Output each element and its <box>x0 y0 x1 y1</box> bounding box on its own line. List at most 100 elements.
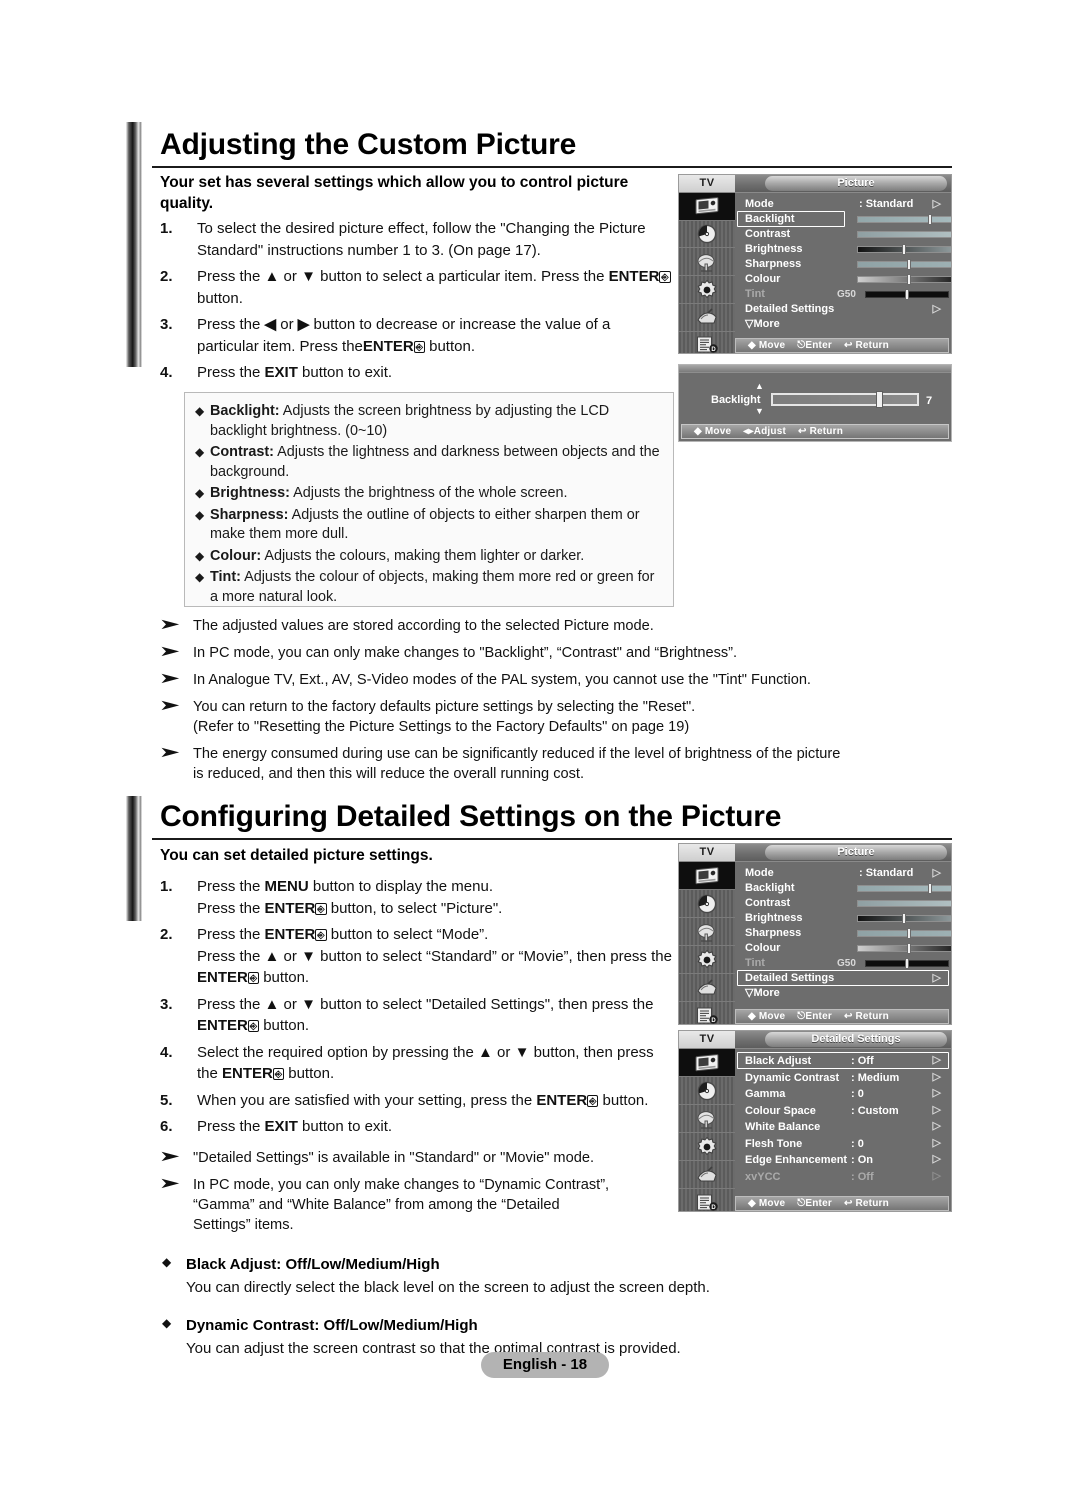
osd-sidebar-support-icon[interactable]: D <box>679 1189 735 1211</box>
osd-detailed-item-list: Black Adjust: Off ▷ Dynamic Contrast: Medi… <box>735 1049 951 1211</box>
osd-row-slider-knob[interactable] <box>901 244 906 255</box>
definition-term: Brightness: <box>210 485 290 501</box>
osd-row-contrast[interactable]: Contrast95 <box>741 896 951 911</box>
osd-sidebar-input-icon[interactable] <box>679 974 735 1003</box>
osd-row-slider-knob[interactable] <box>905 289 909 300</box>
osd-sidebar-picture-icon[interactable] <box>679 862 735 891</box>
section-lede-2: You can set detailed picture settings. <box>160 847 433 864</box>
diamond-bullet-icon: ◆ <box>195 548 205 563</box>
osd-row-sharpness[interactable]: Sharpness50 <box>741 926 951 941</box>
manual-page: Adjusting the Custom Picture Your set ha… <box>0 0 1080 1486</box>
osd-row-colour[interactable]: Colour50 <box>741 941 951 956</box>
osd-row-gamma[interactable]: Gamma: 0 ▷ <box>741 1086 947 1103</box>
picture-icon <box>694 197 720 215</box>
osd-row-backlight[interactable]: Backlight7 <box>741 881 951 896</box>
osd-row-flesh-tone[interactable]: Flesh Tone: 0 ▷ <box>741 1136 947 1153</box>
osd-row-label: Sharpness <box>745 927 802 939</box>
osd-sidebar-sound-icon[interactable] <box>679 221 735 249</box>
diamond-bullet-icon: ◆ <box>195 486 205 500</box>
chevron-right-icon: ▷ <box>932 303 941 315</box>
osd-sidebar-channel-icon[interactable] <box>679 1105 735 1134</box>
osd-row-slider-knob[interactable] <box>927 883 932 894</box>
input-icon <box>695 307 719 327</box>
osd-row-slider[interactable] <box>857 885 951 892</box>
osd-sidebar-setup-icon[interactable] <box>679 946 735 975</box>
osd-row-slider-knob[interactable] <box>905 958 909 969</box>
osd-row-slider[interactable] <box>857 216 951 223</box>
osd-row-white-balance[interactable]: White Balance ▷ <box>741 1119 947 1136</box>
osd-sidebar-support-icon[interactable]: D <box>679 1002 735 1024</box>
osd-row-mode[interactable]: Mode: Standard ▷ <box>741 866 947 881</box>
section-lede-1: Your set has several settings which allo… <box>160 174 629 212</box>
note-line: In PC mode, you can only make changes to… <box>193 645 738 661</box>
section-title-2: Configuring Detailed Settings on the Pic… <box>160 800 782 833</box>
osd-row-slider[interactable] <box>857 276 951 283</box>
osd-row-colour[interactable]: Colour50 <box>741 272 951 287</box>
osd-row-slider-knob[interactable] <box>907 943 911 954</box>
osd-row-edge-enhancement[interactable]: Edge Enhancement: On ▷ <box>741 1152 947 1169</box>
osd-row-brightness[interactable]: Brightness45 <box>741 242 951 257</box>
osd-row-label: Backlight <box>745 213 795 225</box>
osd-sidebar-channel-icon[interactable] <box>679 918 735 947</box>
osd-sidebar-setup-icon[interactable] <box>679 1133 735 1162</box>
osd-row-slider-knob[interactable] <box>907 928 911 939</box>
osd-row-slider[interactable] <box>857 261 951 268</box>
section-accent-bar-1 <box>126 122 142 367</box>
osd-row-value: : Off <box>851 1055 874 1067</box>
osd-popup-slider[interactable] <box>771 393 919 406</box>
arrow-bullet-icon: ➤ <box>160 644 180 659</box>
note-item: ➤ In PC mode, you can only make changes t… <box>160 643 950 663</box>
osd-row-slider-knob[interactable] <box>907 259 911 270</box>
osd-row-colour-space[interactable]: Colour Space: Custom ▷ <box>741 1103 947 1120</box>
osd-row-xvycc[interactable]: xvYCC: Off ▷ <box>741 1169 947 1186</box>
osd-row-mode[interactable]: Mode: Standard ▷ <box>741 197 947 212</box>
osd-popup-slider-knob[interactable] <box>876 391 883 408</box>
osd-sidebar-setup-icon[interactable] <box>679 276 735 304</box>
osd-sidebar-channel-icon[interactable] <box>679 248 735 277</box>
osd-title: Picture <box>765 845 947 860</box>
osd-sidebar-sound-icon[interactable] <box>679 1077 735 1106</box>
osd-row-slider-knob[interactable] <box>927 214 932 225</box>
osd-row-tint[interactable]: Tint G50 R50 <box>741 287 949 302</box>
osd-row-sharpness[interactable]: Sharpness50 <box>741 257 951 272</box>
chevron-right-icon: ▷ <box>932 198 941 210</box>
osd-row-slider-knob[interactable] <box>901 913 906 924</box>
osd-sidebar-picture-icon[interactable] <box>679 1049 735 1078</box>
osd-nav-enter: ⎋Enter <box>797 1198 832 1209</box>
osd-row-label: Black Adjust <box>745 1055 812 1067</box>
osd-row-value: : Off <box>851 1170 874 1183</box>
osd-row-slider-knob[interactable] <box>907 274 911 285</box>
osd-row-label: xvYCC <box>745 1170 781 1183</box>
osd-row-more[interactable]: ▽More <box>741 317 947 332</box>
chevron-right-icon: ▷ <box>932 972 941 984</box>
osd-nav-move: ◆ Move <box>748 1198 786 1209</box>
osd-row-slider[interactable] <box>857 945 951 952</box>
notes-top: ➤ The adjusted values are stored accordin… <box>160 616 950 791</box>
osd-row-backlight[interactable]: Backlight7 <box>741 212 951 227</box>
osd-row-dynamic-contrast[interactable]: Dynamic Contrast: Medium ▷ <box>741 1070 947 1087</box>
chevron-right-icon: ▷ <box>932 867 941 879</box>
osd-row-more[interactable]: ▽More <box>741 986 947 1001</box>
osd-row-brightness[interactable]: Brightness45 <box>741 911 951 926</box>
osd-sidebar-sound-icon[interactable] <box>679 890 735 919</box>
osd-picture-menu-bottom: TV Picture D Mode: Standard▷Backlight7Co… <box>678 843 952 1025</box>
osd-sidebar-support-icon[interactable]: D <box>679 332 735 353</box>
osd-navbar: ◆ Move ⎋Enter ↩ Return <box>735 1009 949 1024</box>
osd-row-detailed-settings[interactable]: Detailed Settings ▷ <box>741 302 947 317</box>
osd-row-label: Flesh Tone <box>745 1137 803 1150</box>
osd-row-label: Brightness <box>745 243 803 255</box>
osd-row-tint[interactable]: Tint G50 R50 <box>741 956 949 971</box>
osd-row-detailed-settings[interactable]: Detailed Settings ▷ <box>741 971 947 986</box>
osd-sidebar-input-icon[interactable] <box>679 304 735 332</box>
osd-row-black-adjust[interactable]: Black Adjust: Off ▷ <box>741 1053 947 1070</box>
osd-row-label: ▽More <box>745 318 780 330</box>
diamond-bullet-icon: ◆ <box>195 507 205 522</box>
osd-row-slider[interactable] <box>857 900 951 907</box>
osd-row-slider[interactable] <box>857 231 951 238</box>
osd-sidebar-picture-icon[interactable] <box>679 193 735 221</box>
step-item: 6. Press the EXIT button to exit. <box>160 1116 676 1138</box>
arrow-bullet-icon: ➤ <box>160 745 180 760</box>
osd-row-slider[interactable] <box>857 930 951 937</box>
osd-row-contrast[interactable]: Contrast95 <box>741 227 951 242</box>
osd-sidebar-input-icon[interactable] <box>679 1161 735 1190</box>
